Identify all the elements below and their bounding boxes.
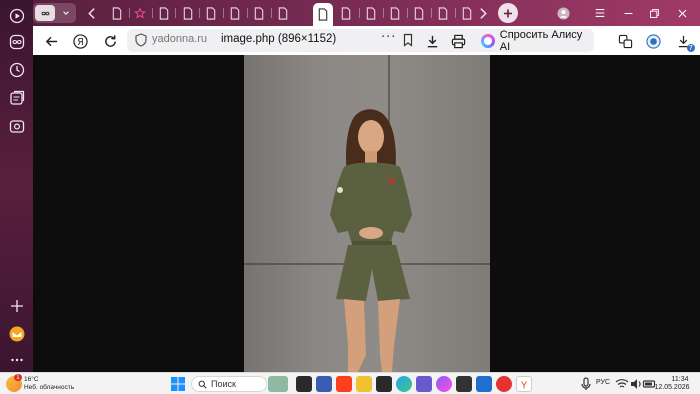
tab-favorite-star[interactable] — [130, 3, 150, 23]
play-icon[interactable] — [7, 6, 26, 25]
bookmarks-menu-icon[interactable] — [589, 3, 611, 23]
search-label: Поиск — [211, 379, 236, 389]
tab-separator — [455, 8, 456, 18]
extension-badge: 7 — [686, 44, 695, 52]
search-highlight-icon[interactable] — [268, 376, 288, 392]
tab-separator — [271, 8, 272, 18]
reload-icon[interactable] — [100, 31, 120, 51]
windows-start-icon[interactable] — [170, 376, 186, 392]
page-menu-button[interactable]: ··· — [381, 30, 396, 45]
windows-taskbar: 1 16°C Неб. облачность Поиск Y РУС 11:34… — [0, 372, 700, 394]
navigation-toolbar: Я yadonna.ru image.php (896×1152) ··· Сп… — [33, 26, 700, 55]
new-tab-button[interactable] — [498, 3, 518, 23]
tab-separator — [152, 8, 153, 18]
tab-document[interactable] — [225, 3, 245, 23]
tab-document[interactable] — [201, 3, 221, 23]
weather-temperature: 16°C — [24, 376, 39, 383]
minimize-icon[interactable] — [617, 3, 639, 23]
more-icon[interactable] — [7, 350, 26, 369]
tab-separator — [383, 8, 384, 18]
print-icon[interactable] — [448, 31, 468, 51]
tab-document[interactable] — [154, 3, 174, 23]
tab-document[interactable] — [273, 3, 293, 23]
search-icon — [198, 380, 207, 389]
tab-document[interactable] — [178, 3, 198, 23]
profile-avatar-icon[interactable] — [552, 3, 574, 23]
browser-side-panel — [0, 0, 33, 372]
tab-document[interactable] — [249, 3, 269, 23]
clock-time[interactable]: 11:34 — [660, 376, 700, 383]
tab-active-image[interactable] — [313, 3, 333, 26]
svg-text:Y: Y — [520, 381, 527, 392]
tab-document[interactable] — [361, 3, 381, 23]
restore-window-icon[interactable] — [643, 3, 665, 23]
infinity-icon — [35, 5, 55, 21]
bookmark-icon[interactable] — [401, 33, 415, 47]
tab-document[interactable] — [107, 3, 127, 23]
edge-icon[interactable] — [396, 376, 412, 392]
tab-document[interactable] — [336, 3, 356, 23]
microphone-icon[interactable] — [578, 376, 594, 392]
tab-document[interactable] — [433, 3, 453, 23]
svg-text:Я: Я — [77, 36, 84, 47]
tab-separator — [223, 8, 224, 18]
address-domain: yadonna.ru — [152, 33, 208, 45]
download-icon[interactable] — [422, 31, 442, 51]
file-explorer-icon[interactable] — [356, 376, 372, 392]
app-icon[interactable] — [376, 376, 392, 392]
tab-separator — [175, 8, 176, 18]
back-arrow-icon[interactable] — [41, 31, 61, 51]
tab-document[interactable] — [409, 3, 429, 23]
translate-icon[interactable] — [615, 31, 635, 51]
extension-icon[interactable] — [643, 31, 663, 51]
scroll-tabs-left-icon[interactable] — [82, 3, 102, 23]
displayed-photo[interactable] — [244, 55, 490, 372]
opera-icon[interactable] — [496, 376, 512, 392]
chevron-down-icon — [57, 5, 74, 21]
infinity-icon[interactable] — [7, 32, 26, 51]
game-app-icon[interactable] — [456, 376, 472, 392]
scroll-tabs-right-icon[interactable] — [473, 3, 493, 23]
yandex-browser-icon[interactable]: Y — [516, 376, 532, 392]
yandex-app-icon[interactable] — [336, 376, 352, 392]
weather-badge: 1 — [14, 374, 22, 381]
language-indicator[interactable]: РУС — [596, 379, 610, 386]
clock-date[interactable]: 12.05.2026 — [652, 384, 692, 391]
store-icon[interactable] — [416, 376, 432, 392]
downloads-badge-icon[interactable]: 7 — [673, 31, 695, 52]
task-view-icon[interactable] — [296, 376, 312, 392]
add-panel-icon[interactable] — [7, 296, 26, 315]
screenshot-camera-icon[interactable] — [7, 116, 26, 135]
shield-app-icon[interactable] — [316, 376, 332, 392]
ask-alice-label: Спросить Алису AI — [499, 28, 583, 53]
shield-icon[interactable] — [134, 33, 148, 47]
tab-separator — [431, 8, 432, 18]
tab-separator — [199, 8, 200, 18]
collections-icon[interactable] — [7, 88, 26, 107]
tab-separator — [407, 8, 408, 18]
image-viewport — [33, 55, 700, 372]
close-window-icon[interactable] — [671, 3, 693, 23]
taskbar-search-input[interactable]: Поиск — [191, 376, 267, 392]
history-clock-icon[interactable] — [7, 60, 26, 79]
tab-separator — [359, 8, 360, 18]
tab-document[interactable] — [385, 3, 405, 23]
person-figure — [330, 109, 412, 372]
yandex-logo-icon[interactable]: Я — [70, 31, 90, 51]
address-page-title: image.php (896×1152) — [221, 33, 337, 45]
weather-description: Неб. облачность — [24, 384, 75, 391]
tab-group-switcher[interactable] — [33, 3, 76, 23]
ask-alice-button[interactable]: Спросить Алису AI — [476, 28, 594, 53]
vpn-app-icon[interactable] — [476, 376, 492, 392]
alice-icon — [481, 33, 495, 48]
tab-strip — [33, 0, 700, 26]
tab-separator — [247, 8, 248, 18]
alice-app-icon[interactable] — [436, 376, 452, 392]
mail-app-icon[interactable] — [7, 324, 26, 343]
